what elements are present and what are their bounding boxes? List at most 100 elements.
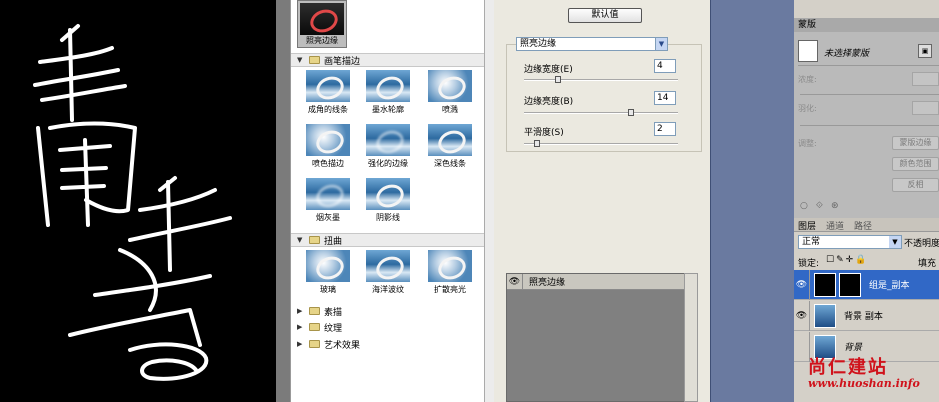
smoothness-input[interactable]: 2 [654, 122, 676, 136]
watermark-url: www.huoshan.info [808, 377, 920, 390]
layer-thumbnail [814, 272, 836, 297]
filter-thumb[interactable]: 深色线条 [419, 122, 481, 180]
effect-list-scrollbar[interactable] [684, 273, 698, 402]
selected-thumb-image [300, 3, 344, 35]
filter-thumb[interactable]: 海洋波纹 [357, 248, 419, 306]
density-input[interactable] [912, 72, 939, 86]
thumb-image [366, 70, 410, 102]
layer-row[interactable]: 👁 组是_副本 [794, 269, 939, 300]
thumb-image [428, 124, 472, 156]
edge-width-slider-track[interactable] [524, 79, 678, 81]
smoothness-slider-track[interactable] [524, 143, 678, 145]
filter-thumb[interactable]: 强化的边缘 [357, 122, 419, 180]
lock-label: 锁定: [798, 259, 820, 269]
layer-thumbnail [814, 303, 836, 328]
edge-width-label: 边缘宽度(E) [524, 65, 573, 75]
edge-width-slider-thumb[interactable] [555, 76, 562, 83]
collapsed-triangle-icon: ▶ [297, 340, 303, 348]
adjust-label: 调整: [798, 139, 817, 148]
default-button[interactable]: 默认值 [568, 8, 642, 23]
mask-footer-icons[interactable]: ○⟐⊛ [800, 201, 847, 211]
eye-icon[interactable]: 👁 [507, 274, 523, 289]
tab-channels[interactable]: 通道 [826, 219, 844, 232]
filter-gallery: 照亮边缘 ▼ 画笔描边 成角的线条 墨水轮廓 喷溅 喷色描边 强化的边缘 深色线… [290, 0, 484, 402]
eye-icon[interactable]: 👁 [794, 269, 810, 300]
thumb-image [306, 178, 350, 210]
thumb-label: 强化的边缘 [368, 159, 408, 168]
layer-row[interactable]: 👁 背景 副本 [794, 300, 939, 331]
pixel-mask-icon[interactable]: ▣ [918, 44, 932, 58]
collapsed-triangle-icon: ▶ [297, 323, 303, 331]
effect-layer-row[interactable]: 👁 照亮边缘 [507, 274, 695, 290]
filter-thumb[interactable]: 烟灰墨 [297, 176, 359, 234]
thumb-image [366, 178, 410, 210]
mask-name: 未选择蒙版 [824, 49, 870, 59]
feather-label: 羽化: [798, 104, 817, 113]
selected-filter-thumb[interactable]: 照亮边缘 [297, 0, 347, 48]
edge-brightness-input[interactable]: 14 [654, 91, 676, 105]
expanded-triangle-icon: ▼ [297, 236, 303, 244]
smoothness-label: 平滑度(S) [524, 128, 564, 138]
feather-input[interactable] [912, 101, 939, 115]
filter-thumb[interactable]: 喷溅 [419, 68, 481, 126]
preview-divider [276, 0, 290, 402]
invert-button[interactable]: 反相 [892, 178, 939, 192]
lock-icons[interactable]: ☐✎✛🔒 [826, 255, 868, 265]
blend-mode-select[interactable]: 正常 ▼ [798, 235, 902, 249]
preview-canvas[interactable] [0, 0, 276, 402]
thumb-image [306, 70, 350, 102]
filter-thumb[interactable]: 墨水轮廓 [357, 68, 419, 126]
category-label: 艺术效果 [324, 340, 361, 351]
filter-thumb[interactable]: 扩散亮光 [419, 248, 481, 306]
category-distort[interactable]: ▼ 扭曲 [291, 233, 484, 247]
density-label: 浓度: [798, 75, 817, 84]
density-slider[interactable] [800, 94, 939, 95]
thumb-image [366, 124, 410, 156]
category-label: 素描 [324, 307, 343, 318]
filter-thumb[interactable]: 喷色描边 [297, 122, 359, 180]
thumb-image [428, 70, 472, 102]
filter-thumb[interactable]: 成角的线条 [297, 68, 359, 126]
filter-thumb[interactable]: 阴影线 [357, 176, 419, 234]
edge-width-input[interactable]: 4 [654, 59, 676, 73]
category-label: 扭曲 [324, 236, 343, 247]
thumb-label: 扩散亮光 [434, 285, 466, 294]
filter-thumb[interactable]: 玻璃 [297, 248, 359, 306]
thumb-image [428, 250, 472, 282]
thumb-label: 烟灰墨 [316, 213, 340, 222]
folder-icon [309, 307, 320, 315]
workspace-background [710, 0, 794, 402]
smoothness-slider-thumb[interactable] [534, 140, 541, 147]
thumb-image [306, 124, 350, 156]
layer-mask-thumbnail [839, 272, 861, 297]
gallery-scrollbar[interactable] [484, 0, 494, 402]
masks-tab[interactable]: 蒙版 [794, 18, 939, 32]
thumb-label: 玻璃 [320, 285, 336, 294]
thumb-image [366, 250, 410, 282]
layer-name: 背景 [844, 343, 863, 353]
effect-layer-name: 照亮边缘 [529, 278, 566, 288]
feather-slider[interactable] [800, 125, 939, 126]
tab-paths[interactable]: 路径 [854, 219, 872, 232]
eye-icon[interactable]: 👁 [794, 300, 810, 331]
folder-icon [309, 236, 320, 244]
color-range-button[interactable]: 颜色范围 [892, 157, 939, 171]
folder-icon [309, 340, 320, 348]
mask-thumbnail [798, 40, 818, 62]
fill-label: 填充 [918, 259, 937, 269]
edge-brightness-slider-thumb[interactable] [627, 109, 634, 116]
edge-brightness-slider-track[interactable] [524, 112, 678, 114]
category-texture[interactable]: ▶ 纹理 [291, 320, 484, 334]
layer-name: 背景 副本 [844, 312, 883, 322]
thumb-label: 成角的线条 [308, 105, 348, 114]
tab-layers[interactable]: 图层 [798, 219, 816, 232]
filter-select[interactable]: 照亮边缘 ▼ [516, 37, 668, 51]
category-brush-strokes[interactable]: ▼ 画笔描边 [291, 53, 484, 67]
mask-edge-button[interactable]: 蒙版边缘 [892, 136, 939, 150]
layer-name: 组是_副本 [869, 281, 910, 291]
chevron-down-icon: ▼ [889, 236, 901, 248]
divider [798, 65, 939, 66]
category-sketch[interactable]: ▶ 素描 [291, 304, 484, 318]
thumb-image [306, 250, 350, 282]
category-artistic[interactable]: ▶ 艺术效果 [291, 337, 484, 351]
